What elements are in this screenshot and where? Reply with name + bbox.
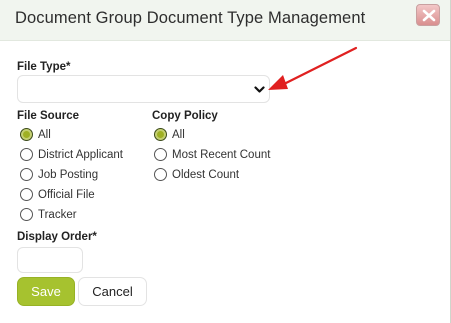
- radio-unchecked-icon: [154, 168, 167, 181]
- display-order-input[interactable]: [17, 247, 83, 273]
- radio-checked-icon: [20, 128, 33, 141]
- radio-unchecked-icon: [20, 148, 33, 161]
- radio-unchecked-icon: [154, 148, 167, 161]
- file-source-option-district-applicant[interactable]: District Applicant: [20, 148, 123, 161]
- option-label: All: [38, 128, 51, 141]
- option-label: Oldest Count: [172, 168, 240, 181]
- file-source-option-all[interactable]: All: [20, 128, 51, 141]
- red-arrow-icon: [268, 46, 358, 90]
- file-source-label: File Source: [17, 110, 79, 122]
- copy-policy-option-oldest-count[interactable]: Oldest Count: [154, 168, 239, 181]
- copy-policy-option-most-recent-count[interactable]: Most Recent Count: [154, 148, 270, 161]
- copy-policy-option-all[interactable]: All: [154, 128, 185, 141]
- file-source-option-job-posting[interactable]: Job Posting: [20, 168, 98, 181]
- radio-unchecked-icon: [20, 188, 33, 201]
- option-label: All: [172, 128, 185, 141]
- option-label: Tracker: [38, 208, 77, 221]
- option-label: Job Posting: [38, 168, 99, 181]
- save-button[interactable]: Save: [17, 277, 75, 306]
- file-type-label: File Type*: [17, 61, 71, 73]
- close-x-icon: [422, 9, 436, 22]
- radio-checked-icon: [154, 128, 167, 141]
- display-order-label: Display Order*: [17, 231, 97, 243]
- option-label: District Applicant: [38, 148, 124, 161]
- dialog: Document Group Document Type Management …: [0, 0, 451, 323]
- copy-policy-label: Copy Policy: [152, 110, 218, 122]
- cancel-button[interactable]: Cancel: [78, 277, 147, 306]
- file-source-option-official-file[interactable]: Official File: [20, 188, 95, 201]
- dialog-title: Document Group Document Type Management: [15, 9, 366, 27]
- radio-unchecked-icon: [20, 168, 33, 181]
- radio-unchecked-icon: [20, 208, 33, 221]
- close-button[interactable]: [416, 4, 440, 26]
- option-label: Most Recent Count: [172, 148, 271, 161]
- dialog-titlebar: Document Group Document Type Management: [0, 0, 450, 41]
- option-label: Official File: [38, 188, 95, 201]
- file-type-select[interactable]: [17, 75, 270, 103]
- file-source-option-tracker[interactable]: Tracker: [20, 208, 77, 221]
